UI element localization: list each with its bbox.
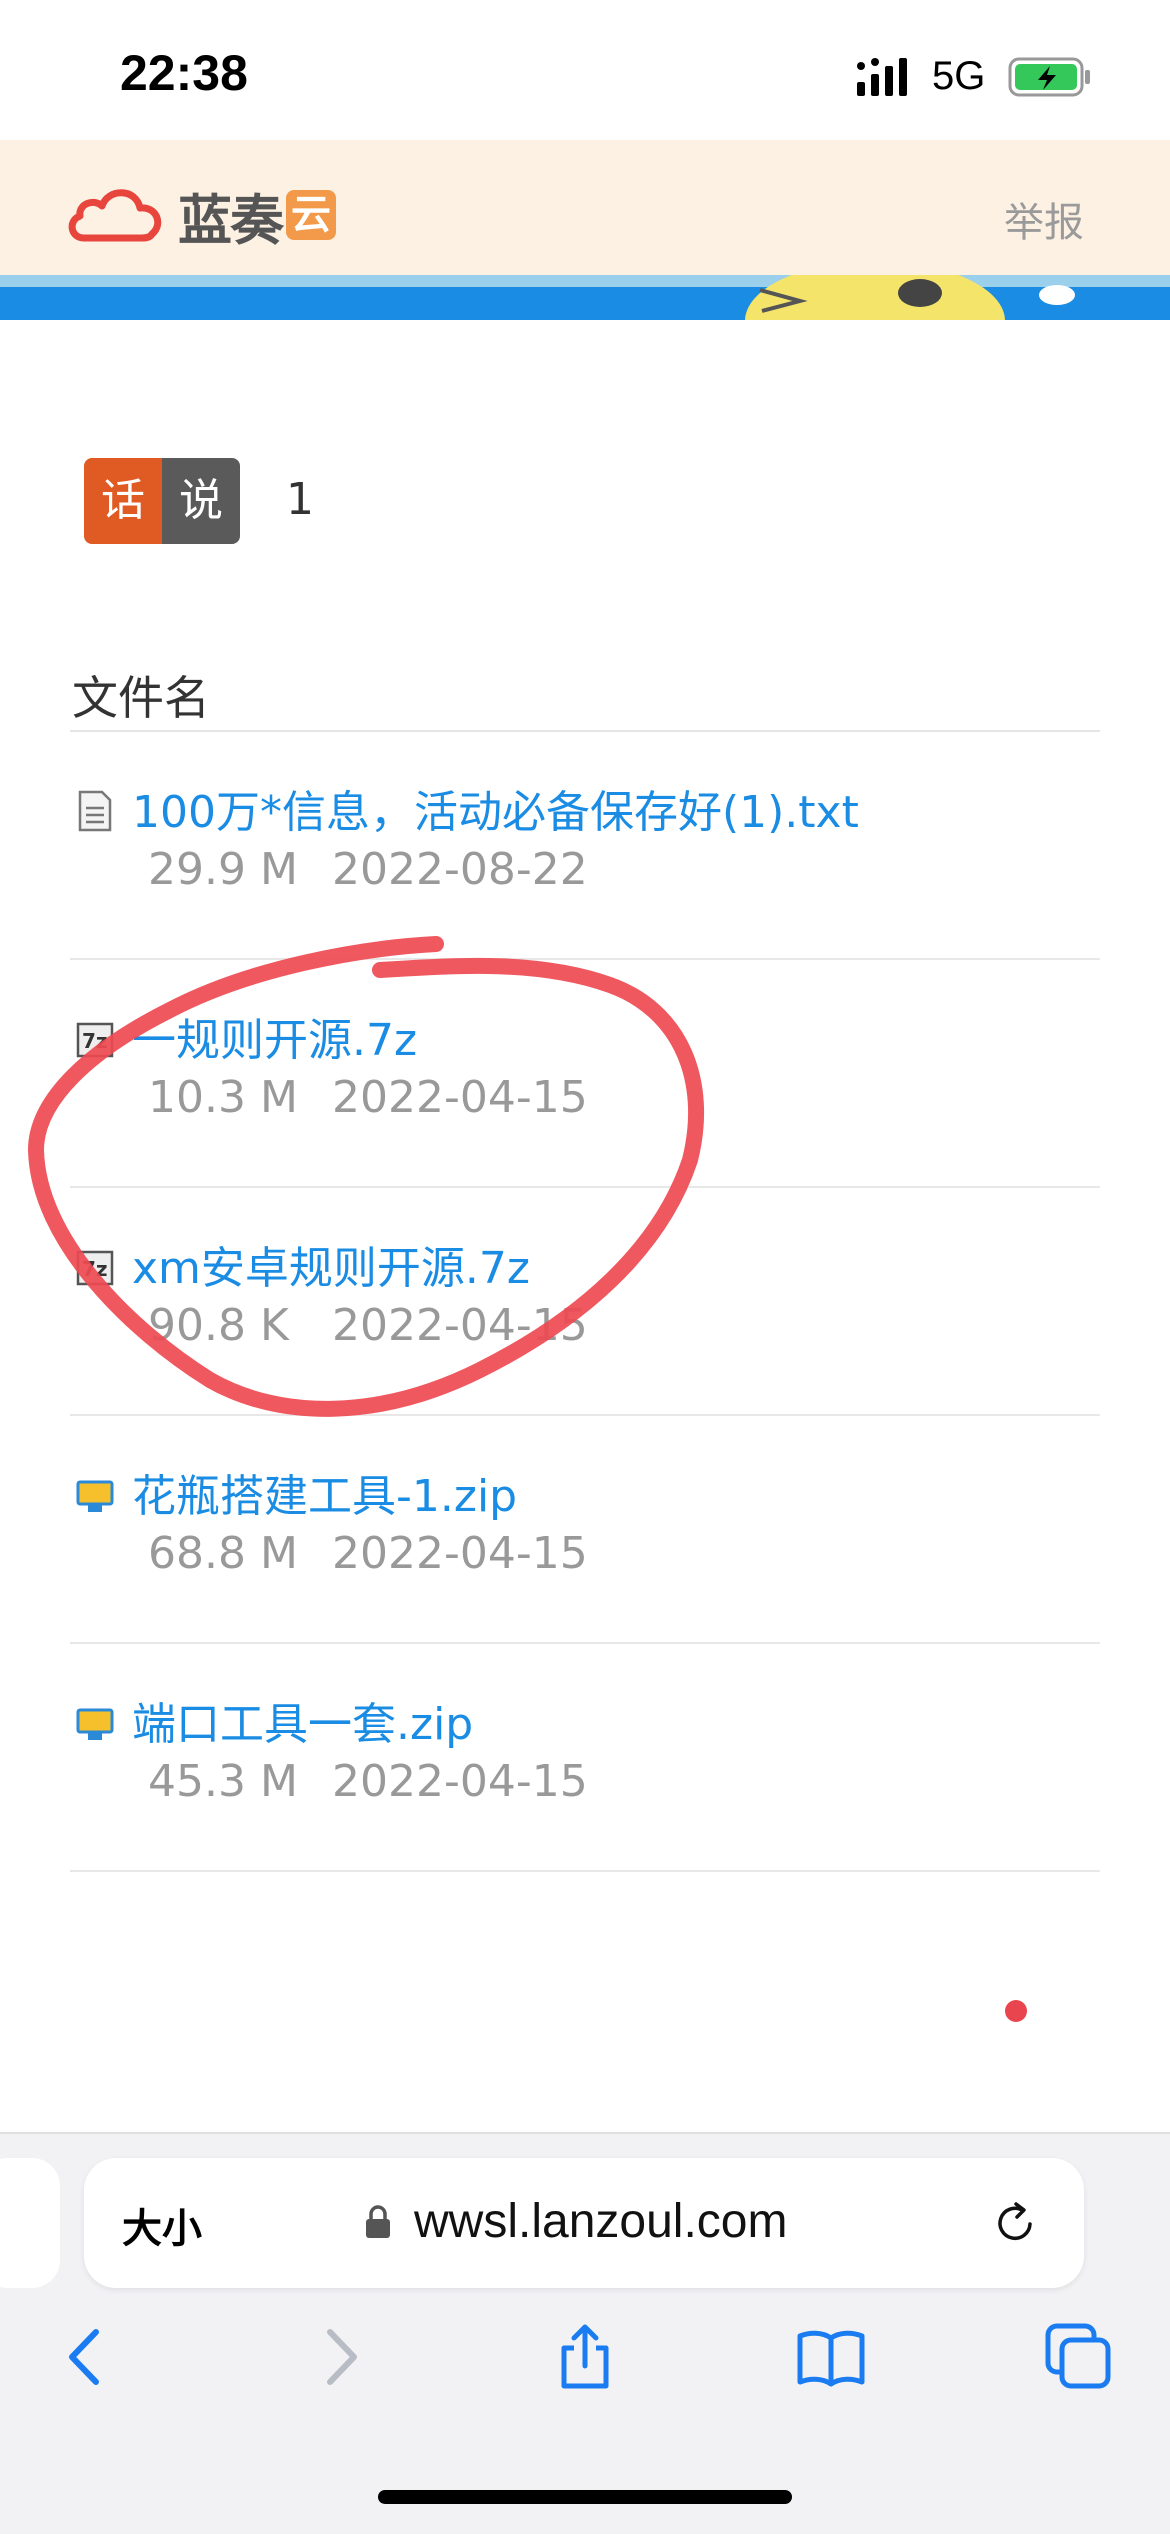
- sharer-badge: 话 说: [84, 458, 240, 544]
- battery-charging-icon: [1008, 57, 1090, 97]
- file-name-link[interactable]: 端口工具一套.zip: [132, 1688, 473, 1752]
- logo-text: 蓝奏: [178, 188, 284, 252]
- text-file-icon: [78, 790, 112, 832]
- back-arrow-icon[interactable]: [52, 2322, 122, 2392]
- network-type: 5G: [932, 54, 986, 98]
- share-icon[interactable]: [550, 2322, 620, 2392]
- file-name-link[interactable]: 100万*信息，活动必备保存好(1).txt: [132, 776, 859, 840]
- zip-file-icon: [76, 1480, 114, 1512]
- status-time: 22:38: [120, 45, 248, 101]
- report-link[interactable]: 举报: [1004, 190, 1084, 248]
- file-date: 2022-04-15: [332, 1528, 588, 1579]
- zip-file-icon: [76, 1708, 114, 1740]
- status-bar: 22:38 5G: [0, 0, 1170, 140]
- bookmarks-book-icon[interactable]: [796, 2322, 866, 2392]
- badge-right: 说: [162, 458, 240, 544]
- file-row[interactable]: 100万*信息，活动必备保存好(1).txt 29.9 M 2022-08-22: [70, 732, 1100, 960]
- url-text[interactable]: wwsl.lanzoul.com: [414, 2194, 787, 2249]
- site-header: 蓝奏 云 举报: [0, 140, 1170, 275]
- file-size: 10.3 M: [148, 1072, 298, 1123]
- tabs-icon[interactable]: [1044, 2322, 1114, 2392]
- home-indicator: [378, 2490, 792, 2504]
- text-size-button[interactable]: 大小: [122, 2196, 202, 2254]
- cloud-logo-icon: [68, 189, 162, 242]
- file-size: 90.8 K: [148, 1300, 289, 1351]
- banner-strip: [0, 275, 1170, 320]
- file-date: 2022-04-15: [332, 1072, 588, 1123]
- cellular-signal-icon: [857, 58, 907, 96]
- badge-left: 话: [84, 458, 162, 544]
- svg-text:7z: 7z: [82, 1029, 108, 1053]
- svg-text:7z: 7z: [82, 1257, 108, 1281]
- forward-arrow-icon[interactable]: [304, 2322, 374, 2392]
- previous-tab-preview[interactable]: [0, 2158, 60, 2288]
- file-row[interactable]: 花瓶搭建工具-1.zip 68.8 M 2022-04-15: [70, 1416, 1100, 1644]
- address-bar[interactable]: 大小 wwsl.lanzoul.com: [84, 2158, 1084, 2288]
- file-size: 68.8 M: [148, 1528, 298, 1579]
- file-row[interactable]: 7z xm安卓规则开源.7z 90.8 K 2022-04-15: [70, 1188, 1100, 1416]
- banner-mascot-image: [745, 275, 1075, 320]
- file-name-link[interactable]: 一规则开源.7z: [132, 1004, 417, 1068]
- lanzou-logo[interactable]: 蓝奏 云: [64, 180, 336, 252]
- browser-toolbar: 大小 wwsl.lanzoul.com: [0, 2132, 1170, 2534]
- file-name-link[interactable]: xm安卓规则开源.7z: [132, 1232, 530, 1296]
- file-size: 29.9 M: [148, 844, 298, 895]
- file-date: 2022-08-22: [332, 844, 588, 895]
- lock-icon: [366, 2205, 390, 2238]
- file-name-link[interactable]: 花瓶搭建工具-1.zip: [132, 1460, 517, 1524]
- filename-column-header: 文件名: [72, 671, 210, 725]
- badge-count: 1: [286, 474, 314, 525]
- file-row[interactable]: 端口工具一套.zip 45.3 M 2022-04-15: [70, 1644, 1100, 1872]
- archive-7z-icon: 7z: [76, 1022, 114, 1058]
- file-date: 2022-04-15: [332, 1300, 588, 1351]
- file-date: 2022-04-15: [332, 1756, 588, 1807]
- red-dot-marker: [1005, 2000, 1027, 2022]
- file-row[interactable]: 7z 一规则开源.7z 10.3 M 2022-04-15: [70, 960, 1100, 1188]
- reload-icon[interactable]: [990, 2198, 1040, 2248]
- file-size: 45.3 M: [148, 1756, 298, 1807]
- logo-badge: 云: [286, 190, 336, 240]
- archive-7z-icon: 7z: [76, 1250, 114, 1286]
